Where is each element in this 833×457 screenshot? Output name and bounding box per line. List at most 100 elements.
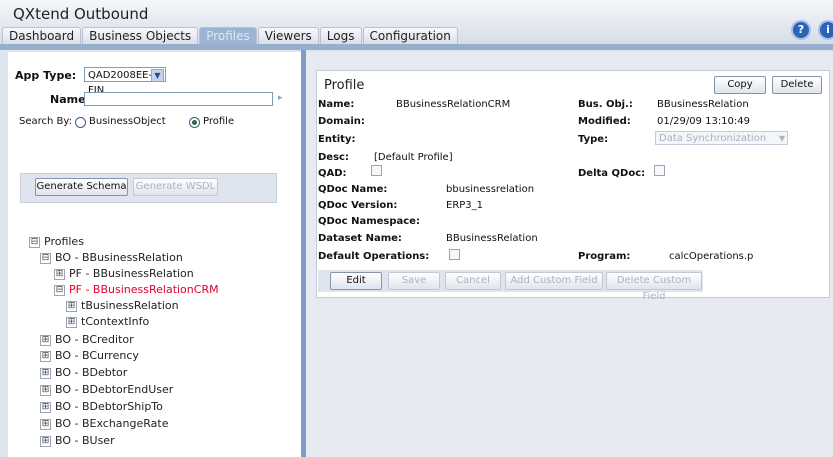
name-field-label: Name:: [318, 99, 355, 110]
tree-node[interactable]: ⊞ BO - BCreditor: [40, 333, 134, 347]
tree-node[interactable]: ⊟ BO - BBusinessRelation: [40, 251, 183, 265]
chevron-down-icon: ▼: [778, 134, 785, 143]
expand-icon[interactable]: ⊞: [40, 368, 51, 379]
tab-configuration[interactable]: Configuration: [362, 27, 458, 44]
delta-qdoc-checkbox[interactable]: [654, 165, 665, 176]
profile-title: Profile: [324, 78, 365, 93]
tree-node[interactable]: ⊟ Profiles: [29, 235, 84, 249]
tree-node-label: tBusinessRelation: [81, 299, 179, 312]
expand-icon[interactable]: ⊞: [54, 269, 65, 280]
domain-label: Domain:: [318, 116, 365, 127]
delete-button[interactable]: Delete: [772, 76, 822, 94]
copy-button[interactable]: Copy: [714, 76, 766, 94]
main-tabs: Dashboard Business Objects Profiles View…: [2, 27, 459, 44]
expand-icon[interactable]: ⊞: [40, 436, 51, 447]
expand-icon[interactable]: ⊞: [40, 385, 51, 396]
tree-node[interactable]: ⊟ PF - BBusinessRelationCRM: [54, 283, 219, 297]
entity-label: Entity:: [318, 134, 356, 145]
tree-node[interactable]: ⊞ BO - BDebtorEndUser: [40, 383, 173, 397]
program-label: Program:: [578, 251, 631, 262]
tree-node[interactable]: ⊞ BO - BExchangeRate: [40, 417, 169, 431]
collapse-icon[interactable]: ⊟: [54, 285, 65, 296]
qdoc-version-label: QDoc Version:: [318, 200, 398, 211]
delete-custom-field-button[interactable]: Delete Custom Field: [606, 272, 702, 302]
app-type-select[interactable]: QAD2008EE-FIN ▼: [84, 67, 166, 96]
tree-node-label: BO - BExchangeRate: [55, 417, 169, 430]
tab-logs[interactable]: Logs: [319, 27, 362, 44]
desc-value: [Default Profile]: [374, 152, 453, 163]
search-by-label: Search By:: [19, 116, 72, 127]
busobj-label: Bus. Obj.:: [578, 99, 633, 110]
tree-node-label: PF - BBusinessRelationCRM: [69, 283, 219, 296]
type-label: Type:: [578, 134, 609, 145]
name-input[interactable]: [84, 92, 273, 106]
radio-businessobject-label: BusinessObject: [89, 116, 166, 127]
app-title: QXtend Outbound: [13, 5, 149, 23]
help-icon[interactable]: ?: [793, 22, 809, 38]
cancel-button[interactable]: Cancel: [445, 272, 501, 290]
qad-label: QAD:: [318, 168, 347, 179]
tree-node[interactable]: ⊞ BO - BCurrency: [40, 349, 139, 363]
desc-label: Desc:: [318, 152, 349, 163]
default-operations-checkbox[interactable]: [449, 249, 460, 260]
type-value: Data Synchronization: [659, 133, 767, 144]
tab-dashboard[interactable]: Dashboard: [2, 27, 82, 44]
program-value: calcOperations.p: [669, 251, 754, 262]
radio-businessobject[interactable]: [75, 117, 86, 128]
modified-label: Modified:: [578, 116, 631, 127]
tree-node-label: tContextInfo: [81, 315, 150, 328]
profile-form: [316, 70, 830, 298]
generate-schema-button[interactable]: Generate Schema: [35, 178, 128, 196]
expand-icon[interactable]: ⊞: [40, 351, 51, 362]
info-icon[interactable]: i: [820, 22, 833, 38]
delta-qdoc-label: Delta QDoc:: [578, 168, 646, 179]
busobj-value: BBusinessRelation: [657, 99, 749, 110]
qdoc-namespace-label: QDoc Namespace:: [318, 216, 420, 227]
tree-node[interactable]: ⊞ PF - BBusinessRelation: [54, 267, 194, 281]
default-operations-label: Default Operations:: [318, 251, 430, 262]
tree-node[interactable]: ⊞ BO - BDebtorShipTo: [40, 400, 163, 414]
tree-node[interactable]: ⊞ tBusinessRelation: [66, 299, 179, 313]
dataset-name-value: BBusinessRelation: [446, 233, 538, 244]
dataset-name-label: Dataset Name:: [318, 233, 402, 244]
tab-business-objects[interactable]: Business Objects: [82, 27, 199, 44]
tree-node[interactable]: ⊞ tContextInfo: [66, 315, 149, 329]
arrow-right-icon[interactable]: ▸: [278, 93, 283, 103]
chevron-down-icon: ▼: [151, 69, 164, 82]
tab-profiles[interactable]: Profiles: [199, 27, 257, 44]
expand-icon[interactable]: ⊞: [66, 317, 77, 328]
tree-node-label: BO - BUser: [55, 434, 115, 447]
qdoc-name-label: QDoc Name:: [318, 184, 388, 195]
expand-icon[interactable]: ⊞: [40, 419, 51, 430]
expand-icon[interactable]: ⊞: [66, 301, 77, 312]
edit-button[interactable]: Edit: [330, 272, 382, 290]
tree-node-label: BO - BDebtorEndUser: [55, 383, 174, 396]
tab-underline: [0, 44, 833, 50]
add-custom-field-button[interactable]: Add Custom Field: [505, 272, 603, 290]
tree-node-label: BO - BDebtorShipTo: [55, 400, 163, 413]
collapse-icon[interactable]: ⊟: [29, 237, 40, 248]
save-button[interactable]: Save: [388, 272, 440, 290]
app-type-label: App Type:: [15, 69, 77, 82]
tree-node-label: BO - BCreditor: [55, 333, 134, 346]
collapse-icon[interactable]: ⊟: [40, 253, 51, 264]
expand-icon[interactable]: ⊞: [40, 402, 51, 413]
type-select: Data Synchronization ▼: [655, 131, 788, 145]
qdoc-name-value: bbusinessrelation: [446, 184, 535, 195]
name-field-value: BBusinessRelationCRM: [396, 99, 511, 110]
tab-viewers[interactable]: Viewers: [257, 27, 319, 44]
modified-value: 01/29/09 13:10:49: [657, 116, 751, 127]
qad-checkbox[interactable]: [371, 165, 382, 176]
tree-node-label: BO - BCurrency: [55, 349, 139, 362]
expand-icon[interactable]: ⊞: [40, 335, 51, 346]
radio-profile[interactable]: [189, 117, 200, 128]
generate-wsdl-button[interactable]: Generate WSDL: [133, 178, 218, 196]
tree-node-label: PF - BBusinessRelation: [69, 267, 194, 280]
tree-node-label: BO - BBusinessRelation: [55, 251, 183, 264]
tree-node-label: BO - BDebtor: [55, 366, 128, 379]
radio-profile-label: Profile: [203, 116, 235, 127]
tree-node[interactable]: ⊞ BO - BUser: [40, 434, 115, 448]
tree-node-label: Profiles: [44, 235, 84, 248]
qdoc-version-value: ERP3_1: [446, 200, 484, 211]
tree-node[interactable]: ⊞ BO - BDebtor: [40, 366, 127, 380]
